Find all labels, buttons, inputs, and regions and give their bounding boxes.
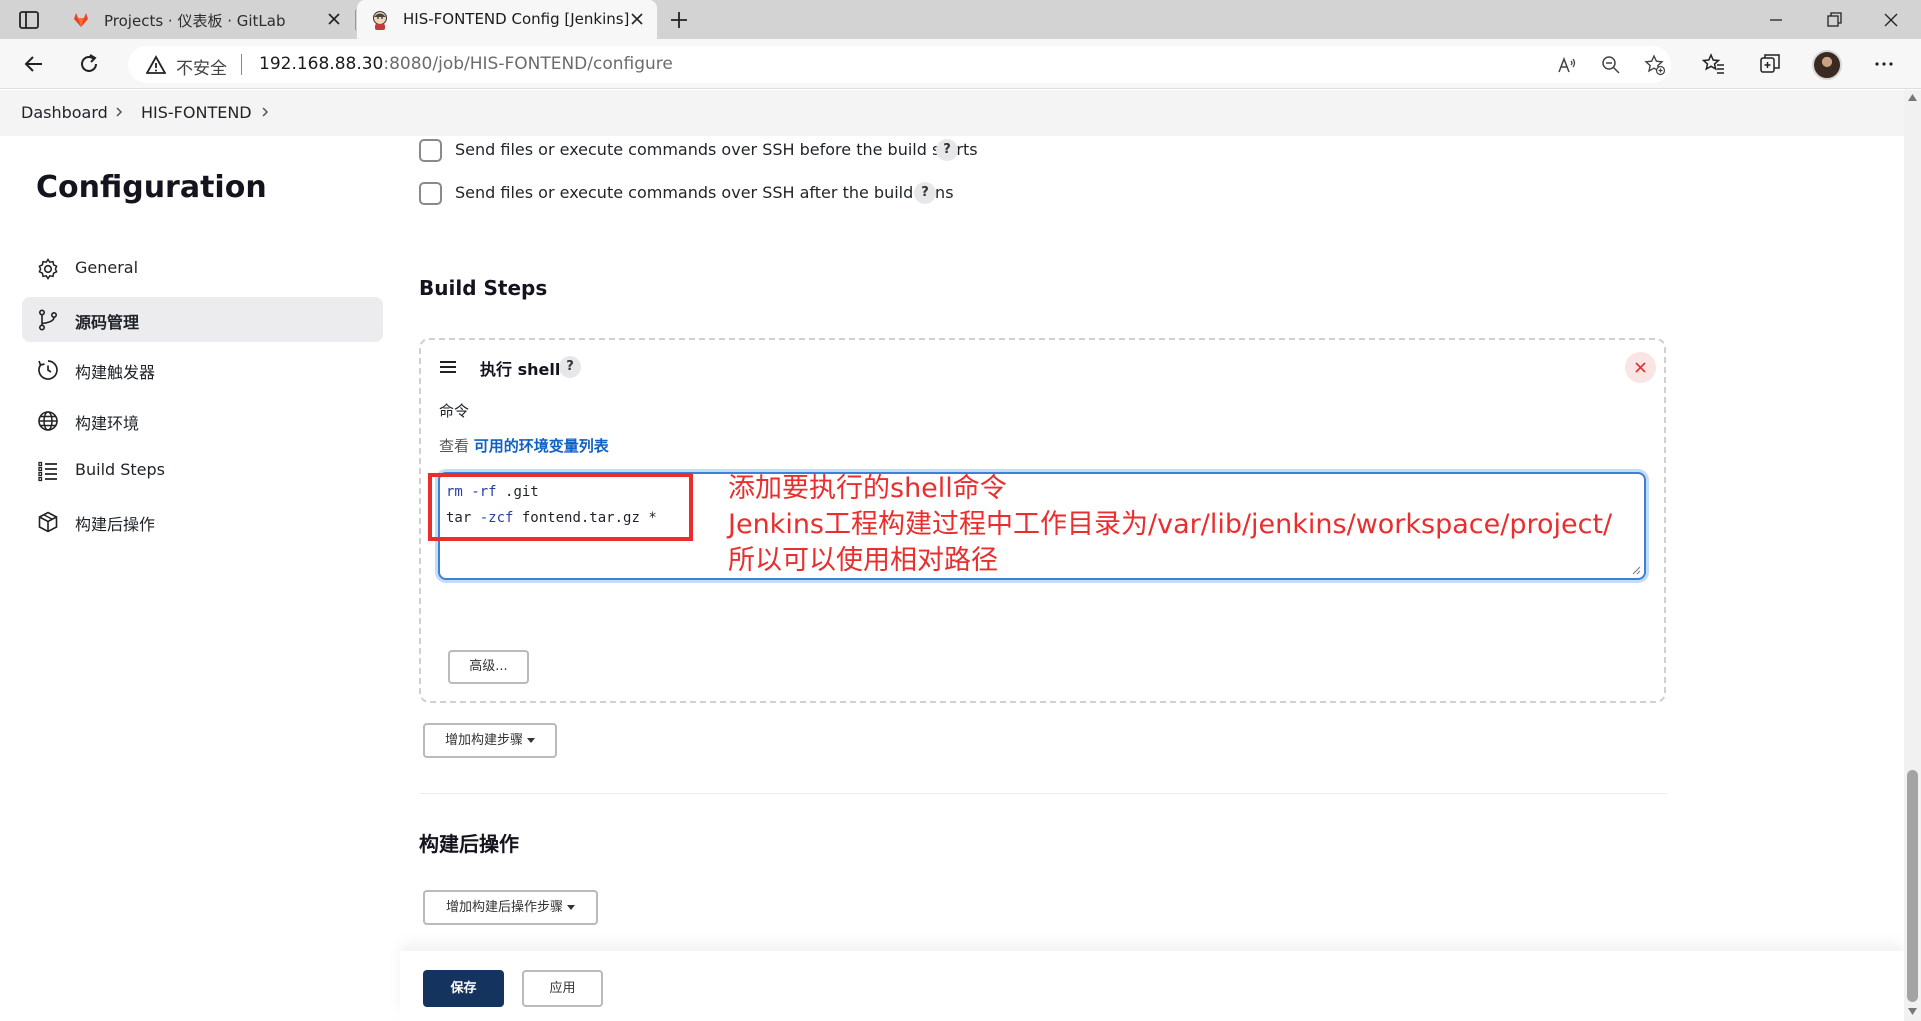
button-label: 增加构建后操作步骤 bbox=[445, 900, 563, 915]
sidebar-item-label: 源码管理 bbox=[75, 313, 140, 332]
browser-window: Projects · 仪表板 · GitLab HIS-FONTEND Conf… bbox=[0, 0, 1921, 1021]
refresh-icon[interactable] bbox=[77, 52, 101, 76]
profile-avatar[interactable] bbox=[1812, 50, 1842, 80]
annotation-text: 添加要执行的shell命令 bbox=[728, 473, 1007, 504]
url-divider bbox=[241, 54, 242, 75]
more-icon[interactable] bbox=[1872, 52, 1896, 76]
section-divider bbox=[419, 793, 1667, 794]
caret-down-icon bbox=[527, 738, 535, 743]
collections-icon[interactable] bbox=[1758, 52, 1782, 76]
checkbox-label[interactable]: Send files or execute commands over SSH … bbox=[455, 140, 978, 159]
help-icon[interactable]: ? bbox=[914, 182, 936, 204]
gear-icon bbox=[38, 258, 58, 280]
warning-icon[interactable] bbox=[146, 55, 166, 75]
close-icon bbox=[1635, 362, 1646, 373]
annotation-text: 所以可以使用相对路径 bbox=[728, 545, 998, 576]
page-title: Configuration bbox=[36, 170, 267, 205]
annotation-highlight-box bbox=[428, 473, 693, 541]
tab-actions-icon[interactable] bbox=[18, 9, 40, 31]
resize-grip-icon[interactable] bbox=[1631, 565, 1641, 575]
add-post-build-button[interactable]: 增加构建后操作步骤 bbox=[423, 890, 598, 925]
env-hint: 查看 可用的环境变量列表 bbox=[439, 435, 609, 456]
sidebar-item-build-steps[interactable]: Build Steps bbox=[22, 448, 383, 493]
step-title: 执行 shell bbox=[480, 360, 561, 379]
chevron-right-icon[interactable] bbox=[112, 105, 126, 119]
zoom-out-icon[interactable] bbox=[1600, 54, 1622, 76]
sidebar-item-label: General bbox=[75, 258, 139, 277]
close-icon[interactable] bbox=[326, 11, 342, 27]
env-prefix: 查看 bbox=[439, 437, 474, 455]
advanced-button[interactable]: 高级... bbox=[448, 650, 529, 684]
ssh-before-checkbox[interactable] bbox=[419, 139, 442, 162]
security-label[interactable]: 不安全 bbox=[176, 54, 227, 79]
breadcrumb: Dashboard HIS-FONTEND bbox=[0, 90, 1904, 136]
tab-jenkins[interactable]: HIS-FONTEND Config [Jenkins] bbox=[357, 0, 657, 39]
env-vars-link[interactable]: 可用的环境变量列表 bbox=[474, 437, 609, 455]
address-bar: 不安全 192.168.88.30:8080/job/HIS-FONTEND/c… bbox=[0, 39, 1921, 89]
sidebar-item-label: 构建触发器 bbox=[75, 363, 156, 382]
sidebar-item-label: 构建环境 bbox=[75, 414, 140, 433]
clock-icon bbox=[38, 360, 58, 380]
tab-gitlab[interactable]: Projects · 仪表板 · GitLab bbox=[58, 0, 354, 39]
section-title-post-build: 构建后操作 bbox=[419, 832, 519, 856]
caret-down-icon bbox=[567, 905, 575, 910]
minimize-icon[interactable] bbox=[1762, 6, 1790, 34]
breadcrumb-project[interactable]: HIS-FONTEND bbox=[141, 103, 252, 122]
ssh-after-checkbox[interactable] bbox=[419, 182, 442, 205]
add-build-step-button[interactable]: 增加构建步骤 bbox=[423, 723, 557, 758]
save-button[interactable]: 保存 bbox=[423, 970, 504, 1007]
section-title-build-steps: Build Steps bbox=[419, 276, 548, 300]
delete-step-button[interactable] bbox=[1625, 352, 1656, 383]
checkbox-label[interactable]: Send files or execute commands over SSH … bbox=[455, 183, 954, 202]
url-host: 192.168.88.30 bbox=[259, 54, 384, 74]
tab-strip: Projects · 仪表板 · GitLab HIS-FONTEND Conf… bbox=[0, 0, 1921, 39]
close-icon[interactable] bbox=[629, 11, 645, 27]
chevron-right-icon[interactable] bbox=[258, 105, 272, 119]
sidebar-item-environment[interactable]: 构建环境 bbox=[22, 398, 383, 443]
help-icon[interactable]: ? bbox=[559, 356, 581, 378]
window-close-icon[interactable] bbox=[1877, 6, 1905, 34]
breadcrumb-dashboard[interactable]: Dashboard bbox=[21, 103, 108, 122]
gitlab-icon bbox=[74, 13, 88, 27]
button-label: 增加构建步骤 bbox=[444, 733, 523, 748]
bottom-action-bar: 保存 应用 bbox=[400, 951, 1904, 1021]
sidebar-item-triggers[interactable]: 构建触发器 bbox=[22, 347, 383, 392]
scroll-up-icon[interactable] bbox=[1908, 94, 1917, 101]
scroll-down-icon[interactable] bbox=[1908, 1008, 1917, 1015]
list-icon bbox=[38, 461, 57, 482]
tab-separator bbox=[355, 10, 356, 30]
tab-title: Projects · 仪表板 · GitLab bbox=[104, 12, 286, 30]
add-favorite-icon[interactable] bbox=[1644, 54, 1666, 76]
read-aloud-icon[interactable] bbox=[1556, 54, 1578, 76]
globe-icon bbox=[38, 411, 58, 431]
help-icon[interactable]: ? bbox=[936, 139, 958, 161]
sidebar-item-post-build[interactable]: 构建后操作 bbox=[22, 499, 383, 544]
sidebar-item-general[interactable]: General bbox=[22, 246, 383, 291]
branch-icon bbox=[38, 309, 58, 331]
url-text: 192.168.88.30:8080/job/HIS-FONTEND/confi… bbox=[259, 54, 673, 74]
cube-icon bbox=[38, 511, 58, 533]
restore-icon[interactable] bbox=[1820, 6, 1848, 34]
command-label: 命令 bbox=[439, 402, 470, 420]
tab-title: HIS-FONTEND Config [Jenkins] bbox=[403, 10, 630, 28]
favorites-icon[interactable] bbox=[1702, 52, 1726, 76]
jenkins-icon bbox=[373, 11, 387, 30]
new-tab-icon[interactable] bbox=[665, 8, 693, 32]
annotation-text: Jenkins工程构建过程中工作目录为/var/lib/jenkins/work… bbox=[728, 509, 1613, 540]
apply-button[interactable]: 应用 bbox=[522, 970, 603, 1007]
sidebar-item-label: 构建后操作 bbox=[75, 515, 156, 534]
drag-handle-icon[interactable] bbox=[438, 357, 458, 377]
url-path: :8080/job/HIS-FONTEND/configure bbox=[383, 54, 673, 74]
sidebar-item-label: Build Steps bbox=[75, 460, 166, 479]
url-input[interactable]: 不安全 192.168.88.30:8080/job/HIS-FONTEND/c… bbox=[128, 46, 1671, 83]
scroll-thumb[interactable] bbox=[1907, 770, 1918, 1002]
page-scrollbar[interactable] bbox=[1904, 90, 1921, 1021]
back-arrow-icon[interactable] bbox=[22, 52, 46, 76]
sidebar-item-scm[interactable]: 源码管理 bbox=[22, 297, 383, 342]
